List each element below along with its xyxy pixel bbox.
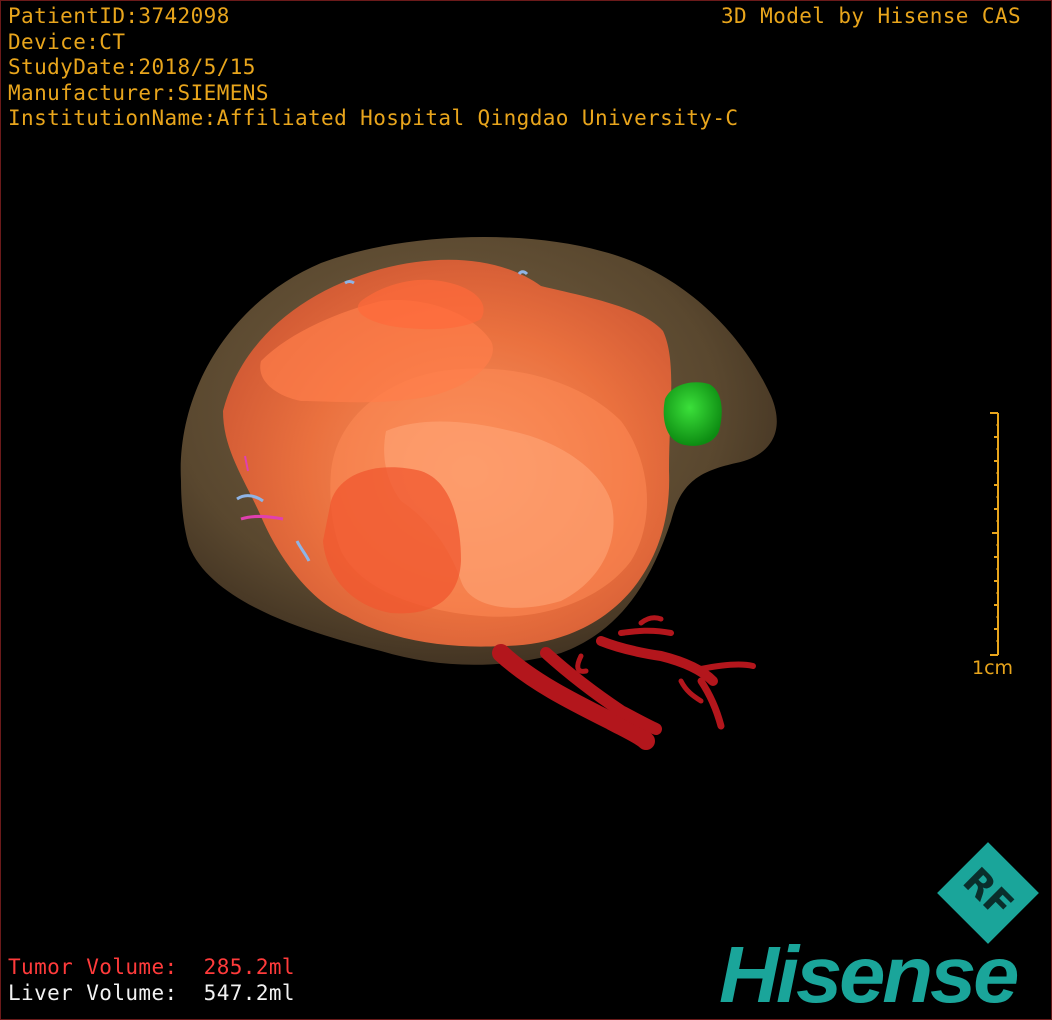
- 3d-viewport[interactable]: [1, 1, 1051, 1019]
- tumor-volume-row: Tumor Volume: 285.2ml: [8, 954, 295, 980]
- hisense-logo: Hisense: [719, 930, 1019, 1019]
- liver-volume-label: Liver Volume:: [8, 981, 178, 1005]
- institution-name: InstitutionName:Affiliated Hospital Qing…: [8, 106, 739, 130]
- liver-volume-row: Liver Volume: 547.2ml: [8, 980, 295, 1006]
- tumor-volume-label: Tumor Volume:: [8, 955, 178, 979]
- volume-readout: Tumor Volume: 285.2ml Liver Volume: 547.…: [8, 954, 295, 1006]
- lesion-model: [663, 382, 722, 446]
- device: Device:CT: [8, 29, 126, 54]
- liver-volume-value: 547.2ml: [203, 981, 295, 1005]
- scale-bar-label: 1cm: [972, 657, 1014, 679]
- tumor-volume-value: 285.2ml: [203, 955, 295, 979]
- viewer-frame: PatientID:3742098 Device:CT StudyDate:20…: [0, 0, 1052, 1020]
- manufacturer: Manufacturer:SIEMENS: [8, 80, 269, 105]
- scale-bar: [990, 412, 999, 656]
- dicom-info: PatientID:3742098 Device:CT StudyDate:20…: [8, 4, 738, 132]
- study-date: StudyDate:2018/5/15: [8, 55, 256, 79]
- patient-id: PatientID:3742098: [8, 4, 230, 28]
- portal-vessel: [344, 280, 355, 285]
- model-credit: 3D Model by Hisense CAS: [721, 4, 1021, 28]
